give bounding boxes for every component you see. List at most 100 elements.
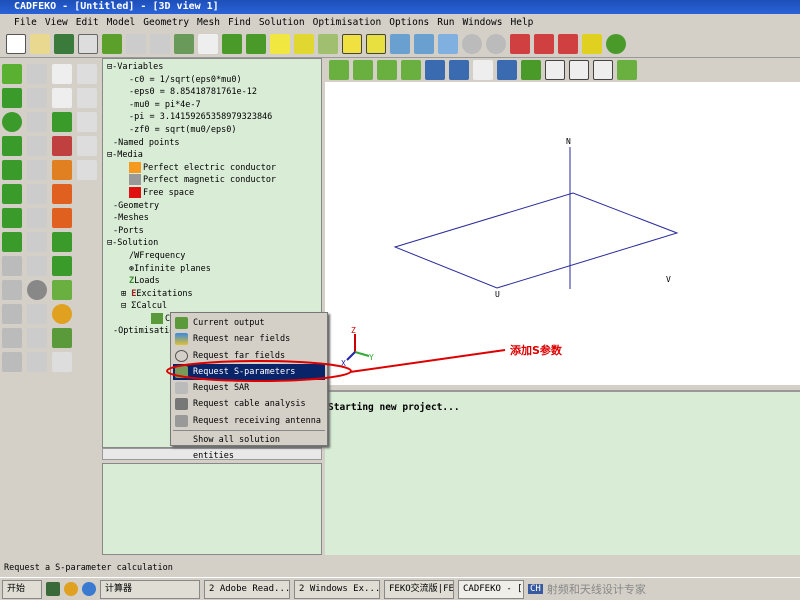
extrude-icon[interactable] — [27, 184, 47, 204]
polygon-icon[interactable] — [2, 184, 22, 204]
infinite-plane-icon[interactable] — [52, 88, 72, 108]
zoom-extents-icon[interactable] — [425, 60, 445, 80]
undo-icon[interactable] — [126, 34, 146, 54]
menu-help[interactable]: Help — [511, 17, 534, 28]
cone-gray-icon[interactable] — [27, 112, 47, 132]
rotate-icon[interactable] — [462, 34, 482, 54]
menu-item-far-fields[interactable]: Request far fields — [173, 348, 325, 364]
tree-ports[interactable]: -Ports — [107, 225, 317, 238]
browser-icon[interactable] — [64, 582, 78, 596]
menu-geometry[interactable]: Geometry — [143, 17, 189, 28]
far-field-icon[interactable] — [52, 304, 72, 324]
browser2-icon[interactable] — [82, 582, 96, 596]
helix-icon[interactable] — [2, 352, 22, 372]
probe-icon[interactable] — [558, 34, 578, 54]
view-top-icon[interactable] — [377, 60, 397, 80]
list-icon[interactable] — [78, 34, 98, 54]
s-parameter-icon[interactable] — [52, 328, 72, 348]
tree-loads[interactable]: ZLoads — [107, 275, 317, 288]
excitation-icon[interactable] — [510, 34, 530, 54]
sphere-icon[interactable] — [2, 112, 22, 132]
tree-variables[interactable]: ⊟-Variables — [107, 61, 317, 74]
axes-icon[interactable] — [521, 60, 541, 80]
view-side-icon[interactable] — [401, 60, 421, 80]
menu-item-s-parameters[interactable]: Request S-parameters — [173, 363, 325, 381]
tree-variable[interactable]: -pi = 3.14159265358979323846 — [107, 111, 317, 124]
union-icon[interactable] — [27, 352, 47, 372]
cuboid-blue-icon[interactable] — [390, 34, 410, 54]
measure-icon[interactable] — [497, 60, 517, 80]
3d-view-icon[interactable] — [102, 34, 122, 54]
loft-icon[interactable] — [27, 256, 47, 276]
tree-calculations[interactable]: ⊟ ΣCalcul — [107, 300, 317, 313]
tree-geometry[interactable]: -Geometry — [107, 200, 317, 213]
menu-edit[interactable]: Edit — [76, 17, 99, 28]
text-icon[interactable] — [473, 60, 493, 80]
menu-file[interactable]: File — [14, 17, 37, 28]
workplane-icon[interactable] — [617, 60, 637, 80]
view-front-icon[interactable] — [353, 60, 373, 80]
taskbar-cadfeko[interactable]: CADFEKO - [Un... — [458, 579, 524, 599]
menu-view[interactable]: View — [45, 17, 68, 28]
target-icon[interactable] — [606, 34, 626, 54]
curve-icon[interactable] — [27, 328, 47, 348]
select-face-icon[interactable] — [246, 34, 266, 54]
tree-infinite-planes[interactable]: ⊛Infinite planes — [107, 263, 317, 276]
select-region-icon[interactable] — [222, 34, 242, 54]
line-icon[interactable] — [2, 256, 22, 276]
zoom-box-icon[interactable] — [77, 136, 97, 156]
cuboid-icon[interactable] — [270, 34, 290, 54]
zoom-out-icon[interactable] — [77, 112, 97, 132]
menu-item-cable-analysis[interactable]: Request cable analysis — [173, 396, 325, 412]
axis-triad-icon[interactable] — [545, 60, 565, 80]
plate-icon[interactable] — [2, 88, 22, 108]
new-file-icon[interactable] — [6, 34, 26, 54]
sphere-dark-icon[interactable] — [27, 280, 47, 300]
spline-icon[interactable] — [2, 328, 22, 348]
voltage-source-icon[interactable] — [52, 160, 72, 180]
current-source-icon[interactable] — [52, 184, 72, 204]
cuboid-blue2-icon[interactable] — [414, 34, 434, 54]
cuboid-cross2-icon[interactable] — [366, 34, 386, 54]
wave-icon[interactable] — [27, 304, 47, 324]
grid-view-icon[interactable] — [593, 60, 613, 80]
pan-icon[interactable] — [449, 60, 469, 80]
3d-view[interactable]: N U V Z Y X — [325, 82, 800, 385]
tree-solution[interactable]: ⊟-Solution — [107, 237, 317, 250]
zoom-in-icon[interactable] — [77, 88, 97, 108]
port-tool-icon[interactable] — [52, 136, 72, 156]
taskbar-calculator[interactable]: 计算器 — [100, 579, 200, 599]
tree-variable[interactable]: -zf0 = sqrt(mu0/eps0) — [107, 124, 317, 137]
cuboid-tool-icon[interactable] — [2, 64, 22, 84]
sar-icon[interactable] — [52, 352, 72, 372]
grid-icon[interactable] — [582, 34, 602, 54]
menu-options[interactable]: Options — [389, 17, 429, 28]
ring-icon[interactable] — [27, 88, 47, 108]
menu-item-show-all[interactable]: Show all solution entities — [173, 432, 325, 461]
frame-icon[interactable] — [569, 60, 589, 80]
view-cube-icon[interactable] — [329, 60, 349, 80]
sweep-icon[interactable] — [27, 232, 47, 252]
cylinder-icon[interactable] — [2, 136, 22, 156]
menu-windows[interactable]: Windows — [462, 17, 502, 28]
menu-item-receiving-antenna[interactable]: Request receiving antenna — [173, 413, 325, 429]
tree-named-points[interactable]: -Named points — [107, 137, 317, 150]
cuboid-solid-icon[interactable] — [294, 34, 314, 54]
menu-solution[interactable]: Solution — [259, 17, 305, 28]
port-icon[interactable] — [534, 34, 554, 54]
tree-medium-pec[interactable]: Perfect electric conductor — [107, 161, 317, 175]
tree-meshes[interactable]: -Meshes — [107, 212, 317, 225]
cuboid-cross-icon[interactable] — [342, 34, 362, 54]
menu-find[interactable]: Find — [228, 17, 251, 28]
tree-frequency[interactable]: /WFrequency — [107, 250, 317, 263]
plane-wave-icon[interactable] — [52, 208, 72, 228]
frequency-tool-icon[interactable] — [52, 64, 72, 84]
help-icon[interactable] — [174, 34, 194, 54]
cuboid-green-icon[interactable] — [318, 34, 338, 54]
start-button[interactable]: 开始 — [2, 579, 42, 599]
polygon-gray-icon[interactable] — [27, 136, 47, 156]
taskbar-feko-forum[interactable]: FEKO交流版|FE... — [384, 579, 454, 599]
menu-mesh[interactable]: Mesh — [197, 17, 220, 28]
disk-icon[interactable] — [2, 232, 22, 252]
tree-variable[interactable]: -mu0 = pi*4e-7 — [107, 99, 317, 112]
